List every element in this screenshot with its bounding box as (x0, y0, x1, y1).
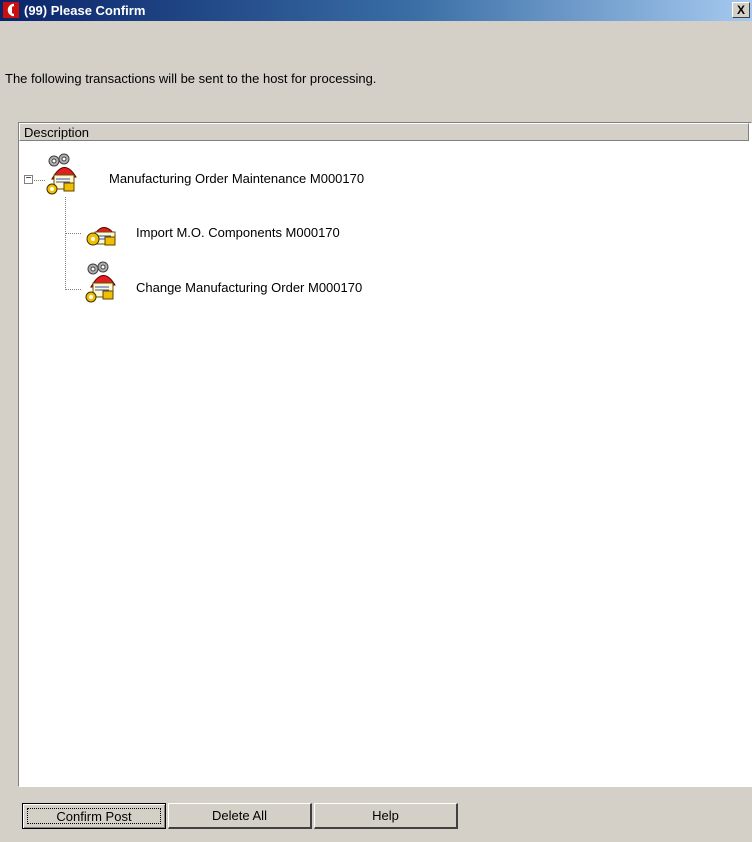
transaction-icon (86, 227, 116, 246)
confirm-dialog: (99) Please Confirm X The following tran… (0, 0, 752, 842)
tree-node-label: Import M.O. Components M000170 (136, 225, 340, 240)
column-header-description[interactable]: Description (19, 123, 749, 141)
confirm-post-label: Confirm Post (27, 808, 161, 824)
tree-connector (65, 197, 66, 290)
transaction-icon (85, 261, 116, 303)
help-button[interactable]: Help (314, 803, 458, 829)
transactions-tree[interactable]: − Manufacturing Order Maintenance M00017… (19, 141, 749, 784)
window-title: (99) Please Confirm (24, 3, 146, 18)
close-button[interactable]: X (732, 2, 750, 18)
title-bar[interactable]: (99) Please Confirm X (0, 0, 752, 21)
tree-node-label: Manufacturing Order Maintenance M000170 (109, 171, 365, 186)
tree-node-label: Change Manufacturing Order M000170 (136, 280, 363, 295)
confirm-post-button[interactable]: Confirm Post (22, 803, 166, 829)
collapse-toggle[interactable]: − (24, 174, 33, 184)
info-message: The following transactions will be sent … (5, 71, 377, 86)
tree-connector (65, 233, 81, 234)
transactions-list[interactable]: Description − Manufacturing Order Mainte… (18, 122, 752, 787)
app-logo-icon (3, 2, 19, 18)
transaction-icon (46, 153, 77, 195)
delete-all-button[interactable]: Delete All (168, 803, 312, 829)
tree-connector (65, 289, 81, 290)
